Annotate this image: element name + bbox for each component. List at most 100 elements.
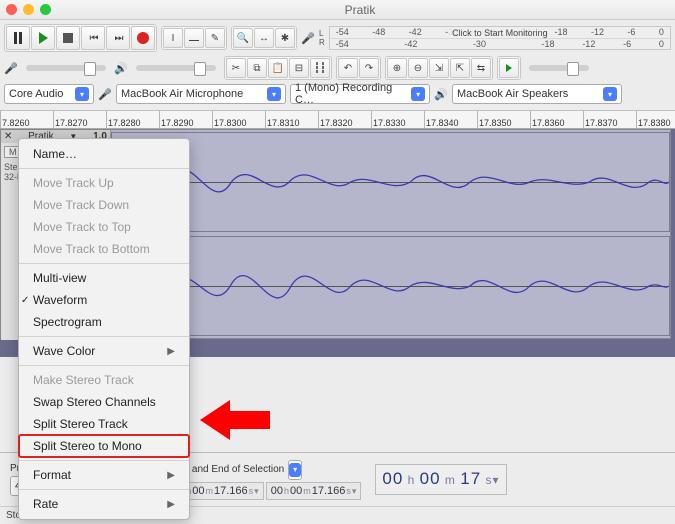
chevron-down-icon: ▾	[267, 87, 281, 101]
close-icon[interactable]	[6, 4, 17, 15]
play-button[interactable]	[31, 26, 55, 50]
chevron-right-icon: ▶	[167, 346, 175, 357]
selection-tool[interactable]: I	[163, 28, 183, 48]
speaker-slider-icon: 🔊	[114, 61, 128, 75]
meter-l-label: L	[319, 29, 325, 38]
audio-host-label: Core Audio	[9, 88, 63, 100]
silence-button[interactable]: ┇┇	[310, 58, 330, 78]
ruler-tick: 17.8350	[477, 111, 530, 128]
track-dropdown-menu: Name… Move Track Up Move Track Down Move…	[18, 138, 190, 520]
ruler-tick: 17.8320	[318, 111, 371, 128]
ruler-tick: 17.8270	[53, 111, 106, 128]
window-controls	[6, 4, 51, 15]
ruler-tick: 17.8330	[371, 111, 424, 128]
recording-device-label: MacBook Air Microphone	[121, 88, 243, 100]
menu-move-up: Move Track Up	[19, 172, 189, 194]
ruler-tick: 17.8280	[106, 111, 159, 128]
selection-mode-select[interactable]: ▾	[288, 460, 302, 480]
envelope-tool[interactable]: ⎼	[184, 28, 204, 48]
ruler-tick: 17.8290	[159, 111, 212, 128]
chevron-down-icon: ▾	[411, 87, 425, 101]
zoom-in-button[interactable]: ⊕	[387, 58, 407, 78]
ruler-tick: 17.8300	[212, 111, 265, 128]
mic-device-icon: 🎤	[98, 87, 112, 101]
ruler-tick: 17.8310	[265, 111, 318, 128]
skip-start-button[interactable]: ⏮	[81, 26, 105, 50]
window-title: Pratik	[51, 3, 669, 17]
menu-move-down: Move Track Down	[19, 194, 189, 216]
play-at-speed-group	[497, 56, 521, 80]
zoom-tool[interactable]: 🔍	[233, 28, 253, 48]
recording-device-select[interactable]: MacBook Air Microphone ▾	[116, 84, 286, 104]
maximize-icon[interactable]	[40, 4, 51, 15]
recording-meter[interactable]: Click to Start Monitoring -54-48-42-36-3…	[329, 26, 671, 50]
playback-device-label: MacBook Air Speakers	[457, 88, 568, 100]
ruler-tick: 7.8260	[0, 111, 53, 128]
recording-channels-label: 1 (Mono) Recording C…	[295, 82, 411, 106]
paste-button[interactable]: 📋	[268, 58, 288, 78]
recording-channels-select[interactable]: 1 (Mono) Recording C…▾	[290, 84, 430, 104]
chevron-down-icon: ▾	[75, 87, 89, 101]
record-button[interactable]	[131, 26, 155, 50]
waveform-right[interactable]	[111, 236, 670, 336]
audio-position[interactable]: 00 h 00 m 17 s▾	[375, 464, 506, 495]
menu-spectrogram[interactable]: Spectrogram	[19, 311, 189, 333]
speaker-device-icon: 🔊	[434, 87, 448, 101]
chevron-down-icon: ▾	[603, 87, 617, 101]
menu-format[interactable]: Format▶	[19, 464, 189, 486]
chevron-down-icon: ▾	[289, 463, 301, 477]
cut-button[interactable]: ✂	[226, 58, 246, 78]
skip-end-button[interactable]: ⏭	[106, 26, 130, 50]
fit-selection-button[interactable]: ⇲	[429, 58, 449, 78]
ruler-tick: 17.8380	[636, 111, 675, 128]
mic-icon: 🎤	[301, 31, 315, 45]
playback-device-select[interactable]: MacBook Air Speakers ▾	[452, 84, 622, 104]
waveform-left[interactable]	[111, 132, 670, 232]
toolbar-area: ⏮ ⏭ I ⎼ ✎ 🔍 ↔ ✱ 🎤 L R Click to Start Mon…	[0, 20, 675, 111]
device-toolbar: Core Audio ▾ 🎤 MacBook Air Microphone ▾ 1 …	[4, 82, 671, 106]
trim-button[interactable]: ⊟	[289, 58, 309, 78]
multi-tool[interactable]: ✱	[275, 28, 295, 48]
playback-volume-slider[interactable]	[136, 65, 216, 71]
meter-monitor-msg[interactable]: Click to Start Monitoring	[448, 28, 552, 38]
stop-button[interactable]	[56, 26, 80, 50]
draw-tool[interactable]: ✎	[205, 28, 225, 48]
copy-button[interactable]: ⧉	[247, 58, 267, 78]
meter-r-label: R	[319, 38, 325, 47]
menu-split-stereo[interactable]: Split Stereo Track	[19, 413, 189, 435]
edit-group: ✂ ⧉ 📋 ⊟ ┇┇	[224, 56, 332, 80]
menu-name[interactable]: Name…	[19, 143, 189, 165]
minimize-icon[interactable]	[23, 4, 34, 15]
audio-host-select[interactable]: Core Audio ▾	[4, 84, 94, 104]
zoom-out-button[interactable]: ⊖	[408, 58, 428, 78]
undo-group: ↶ ↷	[336, 56, 381, 80]
playback-speed-slider[interactable]	[529, 65, 589, 71]
menu-wave-color[interactable]: Wave Color▶	[19, 340, 189, 362]
menu-make-stereo: Make Stereo Track	[19, 369, 189, 391]
redo-button[interactable]: ↷	[359, 58, 379, 78]
menu-rate[interactable]: Rate▶	[19, 493, 189, 515]
pause-button[interactable]	[6, 26, 30, 50]
recording-volume-slider[interactable]	[26, 65, 106, 71]
play-at-speed-button[interactable]	[499, 58, 519, 78]
timeshift-tool[interactable]: ↔	[254, 28, 274, 48]
menu-waveform[interactable]: ✓Waveform	[19, 289, 189, 311]
chevron-right-icon: ▶	[167, 470, 175, 481]
menu-move-top: Move Track to Top	[19, 216, 189, 238]
zoom-group: ⊕ ⊖ ⇲ ⇱ ⇆	[385, 56, 493, 80]
track-close-icon[interactable]: ✕	[4, 131, 12, 142]
ruler-tick: 17.8360	[530, 111, 583, 128]
selection-end-time[interactable]: 00h 00m 17.166s▾	[266, 482, 362, 500]
fit-project-button[interactable]: ⇱	[450, 58, 470, 78]
titlebar: Pratik	[0, 0, 675, 20]
zoom-toggle-button[interactable]: ⇆	[471, 58, 491, 78]
check-icon: ✓	[21, 295, 29, 306]
timeline-ruler[interactable]: 7.826017.827017.828017.829017.830017.831…	[0, 111, 675, 129]
ruler-tick: 17.8370	[583, 111, 636, 128]
menu-multi-view[interactable]: Multi-view	[19, 267, 189, 289]
menu-split-stereo-mono[interactable]: Split Stereo to Mono	[19, 435, 189, 457]
menu-move-bottom: Move Track to Bottom	[19, 238, 189, 260]
undo-button[interactable]: ↶	[338, 58, 358, 78]
transport-group: ⏮ ⏭	[4, 24, 157, 52]
menu-swap-channels[interactable]: Swap Stereo Channels	[19, 391, 189, 413]
